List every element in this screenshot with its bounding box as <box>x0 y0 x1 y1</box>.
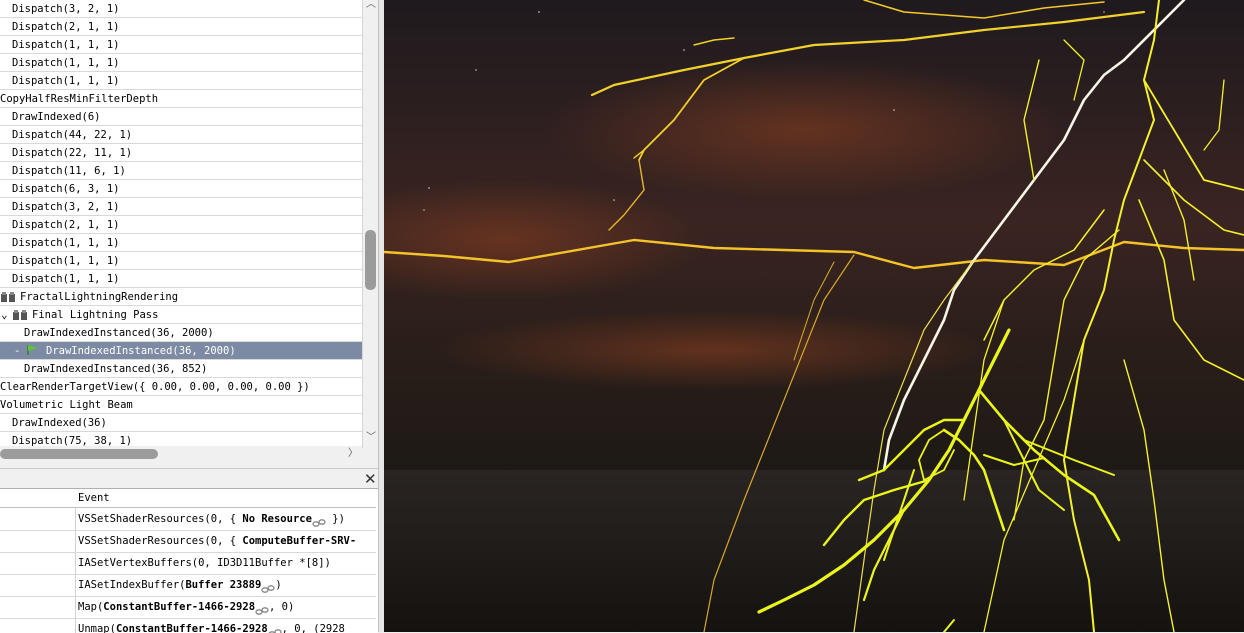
event-label: Dispatch(3, 2, 1) <box>12 3 120 15</box>
event-label: Dispatch(11, 6, 1) <box>12 165 126 177</box>
api-call-row[interactable]: Unmap(ConstantBuffer-1466-2928, 0, (2928 <box>0 618 376 633</box>
event-row[interactable]: Dispatch(1, 1, 1) <box>0 54 362 72</box>
event-row[interactable]: Dispatch(2, 1, 1) <box>0 216 362 234</box>
lightning-render-image <box>384 0 1244 632</box>
event-label: DrawIndexedInstanced(36, 852) <box>24 363 208 375</box>
event-row[interactable]: Dispatch(2, 1, 1) <box>0 18 362 36</box>
event-label: Dispatch(1, 1, 1) <box>12 255 120 267</box>
event-label: Dispatch(1, 1, 1) <box>12 57 120 69</box>
chevron-down-icon[interactable]: ﹀ <box>366 433 376 443</box>
event-label: Dispatch(1, 1, 1) <box>12 75 120 87</box>
api-call-suffix: }) <box>325 513 345 525</box>
event-row[interactable]: Dispatch(1, 1, 1) <box>0 36 362 54</box>
event-label: FractalLightningRendering <box>20 291 179 303</box>
api-call-suffix: , 0) <box>269 601 295 613</box>
event-row[interactable]: CopyHalfResMinFilterDepth <box>0 90 362 108</box>
chevron-right-icon[interactable]: 〉 <box>348 449 358 459</box>
event-row[interactable]: Dispatch(6, 3, 1) <box>0 180 362 198</box>
event-row[interactable]: Volumetric Light Beam <box>0 396 362 414</box>
resource-link-icon[interactable] <box>312 514 326 527</box>
event-row[interactable]: Dispatch(1, 1, 1) <box>0 270 362 288</box>
api-call-prefix: IASetIndexBuffer( <box>78 579 186 591</box>
event-label: Dispatch(44, 22, 1) <box>12 129 133 141</box>
event-label: DrawIndexedInstanced(36, 2000) <box>24 327 214 339</box>
api-call-text: VSSetShaderResources(0, { No Resource }) <box>78 508 345 530</box>
api-call-text: Map(ConstantBuffer-1466-2928 , 0) <box>78 596 294 618</box>
event-row[interactable]: DrawIndexedInstanced(36, 2000) <box>0 324 362 342</box>
resource-link-icon[interactable] <box>255 602 269 615</box>
api-call-row[interactable]: IASetIndexBuffer(Buffer 23889) <box>0 574 376 597</box>
chevron-up-icon[interactable]: ︿ <box>366 0 376 10</box>
event-row[interactable]: Dispatch(1, 1, 1) <box>0 72 362 90</box>
event-label: CopyHalfResMinFilterDepth <box>0 93 159 105</box>
event-label: Dispatch(1, 1, 1) <box>12 39 120 51</box>
event-row[interactable]: Dispatch(1, 1, 1) <box>0 252 362 270</box>
event-row[interactable]: ⌄ Final Lightning Pass <box>0 306 362 324</box>
resource-link-icon[interactable] <box>261 580 275 593</box>
event-row[interactable]: Dispatch(3, 2, 1) <box>0 198 362 216</box>
tree-connector-icon: - <box>14 345 21 357</box>
api-call-row[interactable]: Map(ConstantBuffer-1466-2928 , 0) <box>0 596 376 619</box>
event-column-header[interactable]: Event <box>78 489 110 507</box>
api-call-row[interactable]: VSSetShaderResources(0, { No Resource }) <box>0 508 376 531</box>
event-label: Dispatch(3, 2, 1) <box>12 201 120 213</box>
event-row[interactable]: DrawIndexed(36) <box>0 414 362 432</box>
event-label: Dispatch(1, 1, 1) <box>12 273 120 285</box>
event-row[interactable]: Dispatch(44, 22, 1) <box>0 126 362 144</box>
api-call-text: Unmap(ConstantBuffer-1466-2928, 0, (2928 <box>78 618 345 633</box>
event-row[interactable]: ClearRenderTargetView({ 0.00, 0.00, 0.00… <box>0 378 362 396</box>
event-browser-tree[interactable]: Dispatch(3, 2, 1) Dispatch(2, 1, 1) Dispat… <box>0 0 362 448</box>
api-call-suffix: ) <box>275 579 282 591</box>
resource-name[interactable]: Buffer 23889 <box>185 579 261 591</box>
api-call-row[interactable]: IASetVertexBuffers(0, ID3D11Buffer *[8]) <box>0 552 376 575</box>
api-call-text: IASetVertexBuffers(0, ID3D11Buffer *[8]) <box>78 552 331 574</box>
left-panel: Dispatch(3, 2, 1) Dispatch(2, 1, 1) Dispat… <box>0 0 384 633</box>
event-label: Final Lightning Pass <box>32 309 159 321</box>
api-call-text: IASetIndexBuffer(Buffer 23889) <box>78 574 282 596</box>
close-icon[interactable]: ✕ <box>364 470 377 488</box>
event-label: Dispatch(2, 1, 1) <box>12 21 120 33</box>
vertical-scroll-thumb[interactable] <box>365 230 376 290</box>
event-label: Dispatch(6, 3, 1) <box>12 183 120 195</box>
api-calls-table: Event VSSetShaderResources(0, { No Resou… <box>0 488 378 633</box>
event-row-selected[interactable]: - DrawIndexedInstanced(36, 2000) <box>0 342 362 360</box>
api-call-prefix: IASetVertexBuffers(0, ID3D11Buffer *[8]) <box>78 557 331 569</box>
api-inspector-header <box>0 468 384 489</box>
api-call-row[interactable]: VSSetShaderResources(0, { ComputeBuffer-… <box>0 530 376 553</box>
resource-name[interactable]: ComputeBuffer-SRV- <box>242 535 356 547</box>
resource-name[interactable]: ConstantBuffer-1466-2928 <box>103 601 255 613</box>
api-call-prefix: VSSetShaderResources(0, { <box>78 535 243 547</box>
event-label: Volumetric Light Beam <box>0 399 133 411</box>
event-row[interactable]: FractalLightningRendering <box>0 288 362 306</box>
event-label: Dispatch(22, 11, 1) <box>12 147 133 159</box>
event-row[interactable]: DrawIndexedInstanced(36, 852) <box>0 360 362 378</box>
event-row[interactable]: Dispatch(22, 11, 1) <box>0 144 362 162</box>
horizontal-scroll-thumb[interactable] <box>0 449 158 459</box>
event-label: Dispatch(1, 1, 1) <box>12 237 120 249</box>
expand-chevron-icon[interactable]: ⌄ <box>1 306 8 324</box>
event-tree-vertical-scrollbar[interactable]: ︿ ﹀ <box>362 0 378 448</box>
event-label: DrawIndexedInstanced(36, 2000) <box>46 345 236 357</box>
event-row[interactable]: Dispatch(1, 1, 1) <box>0 234 362 252</box>
resource-name[interactable]: No Resource <box>242 513 312 525</box>
api-call-prefix: VSSetShaderResources(0, { <box>78 513 243 525</box>
event-label: Dispatch(2, 1, 1) <box>12 219 120 231</box>
api-table-header[interactable]: Event <box>0 489 376 508</box>
event-label: DrawIndexed(36) <box>12 417 107 429</box>
event-label: ClearRenderTargetView({ 0.00, 0.00, 0.00… <box>0 381 310 393</box>
api-call-prefix: Map( <box>78 601 104 613</box>
event-row[interactable]: Dispatch(3, 2, 1) <box>0 0 362 18</box>
api-call-text: VSSetShaderResources(0, { ComputeBuffer-… <box>78 530 356 552</box>
event-tree-horizontal-scrollbar[interactable]: 〉 <box>0 446 362 462</box>
event-row[interactable]: DrawIndexed(6) <box>0 108 362 126</box>
texture-viewer-render <box>384 0 1244 632</box>
event-row[interactable]: Dispatch(11, 6, 1) <box>0 162 362 180</box>
event-label: DrawIndexed(6) <box>12 111 101 123</box>
